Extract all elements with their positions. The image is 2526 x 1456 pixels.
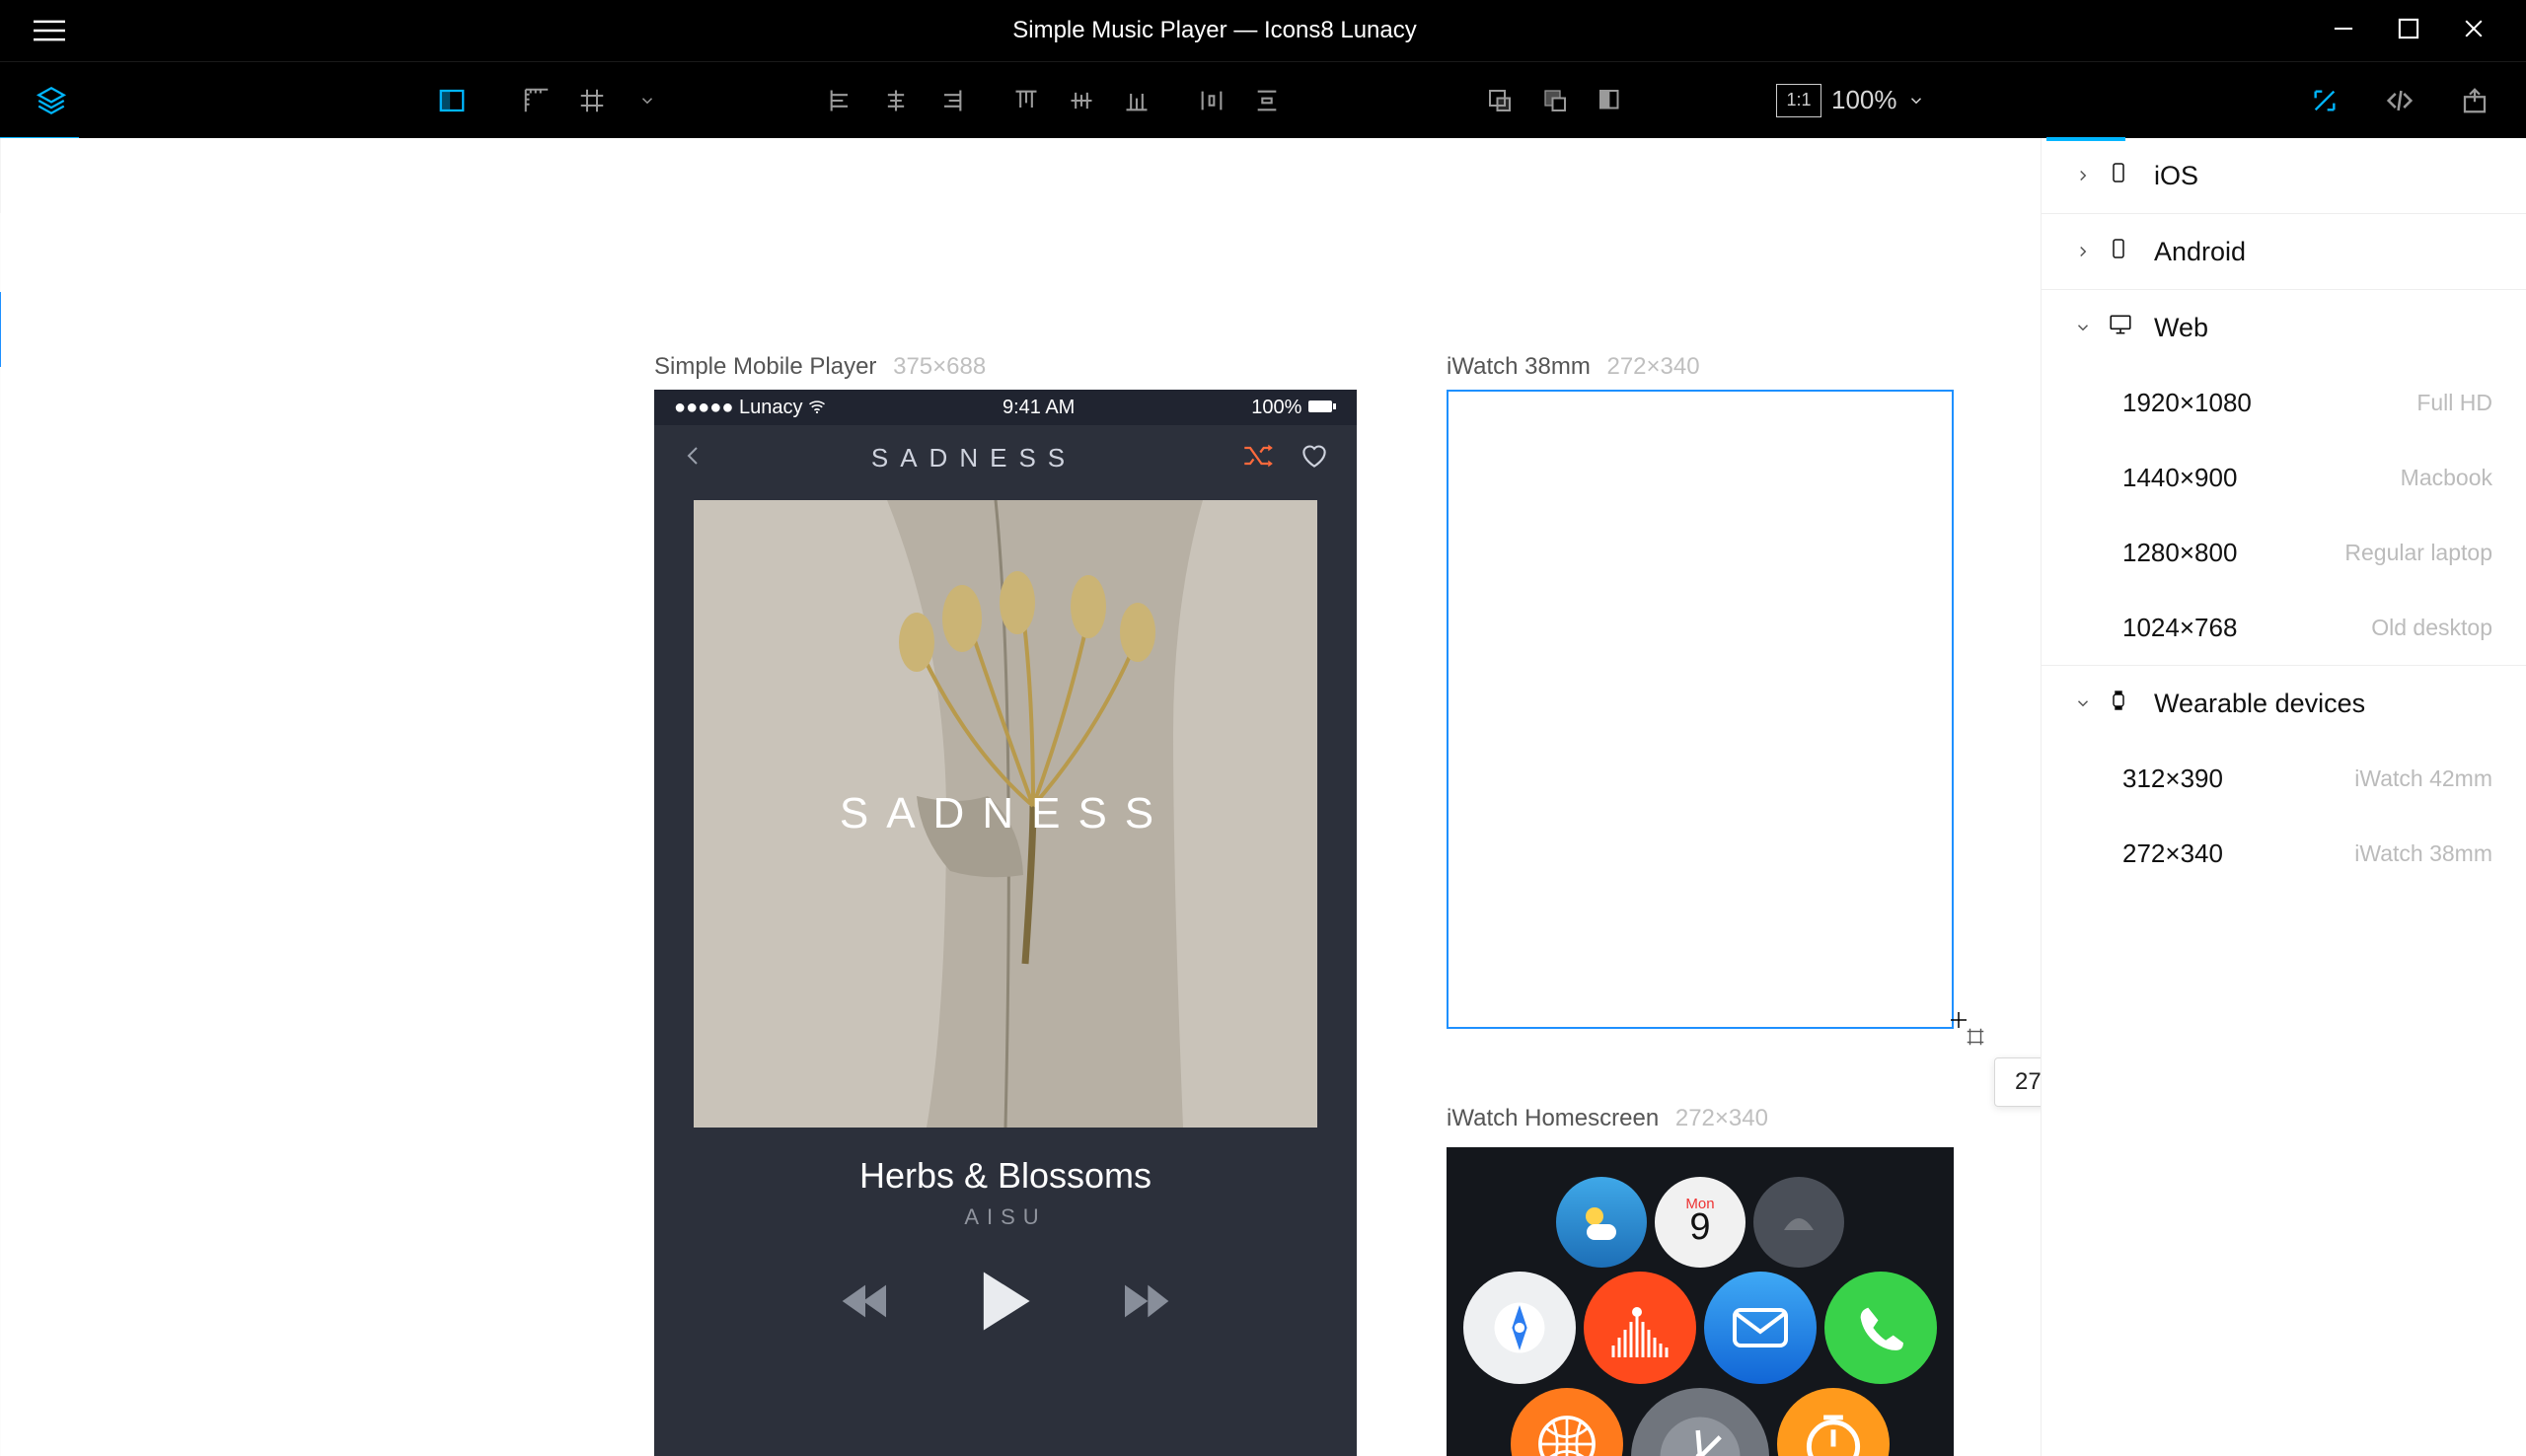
clock-app-icon [1631, 1388, 1769, 1456]
next-icon[interactable] [1122, 1280, 1169, 1327]
grid-dropdown[interactable] [620, 73, 675, 128]
battery-icon [1307, 397, 1337, 419]
artboard-label[interactable]: iWatch Homescreen 272×340 [1447, 1105, 1768, 1132]
align-bottom-button[interactable] [1109, 73, 1164, 128]
phone-artboard[interactable]: ●●●●● Lunacy 9:41 AM 100% SADNESS [654, 390, 1357, 1456]
panel-toggle[interactable] [424, 73, 480, 128]
create-size-tooltip: 272×340 [1994, 1057, 2041, 1107]
artboard-label[interactable]: Simple Mobile Player 375×688 [654, 353, 986, 381]
zoom-value: 100% [1831, 85, 1897, 115]
window-title: Simple Music Player — Icons8 Lunacy [99, 17, 2331, 44]
category-wearable[interactable]: Wearable devices [2042, 666, 2526, 741]
align-hcenter-button[interactable] [868, 73, 924, 128]
phone-app-icon [1824, 1272, 1937, 1384]
preset-item[interactable]: 1024×768Old desktop [2042, 590, 2526, 665]
watch-artboard-selected[interactable] [1447, 390, 1954, 1029]
boolean-subtract-button[interactable] [1527, 73, 1583, 128]
window-maximize[interactable] [2396, 16, 2421, 46]
album-cover: SADNESS [694, 500, 1317, 1128]
artboard-label[interactable]: iWatch 38mm 272×340 [1447, 353, 1700, 381]
wifi-icon [808, 397, 826, 419]
resize-panel-button[interactable] [2297, 73, 2352, 128]
preset-item[interactable]: 1280×800Regular laptop [2042, 515, 2526, 590]
distribute-h-button[interactable] [1184, 73, 1239, 128]
preset-item[interactable]: 1920×1080Full HD [2042, 365, 2526, 440]
window-minimize[interactable] [2331, 16, 2356, 46]
distribute-v-button[interactable] [1239, 73, 1295, 128]
player-controls [654, 1270, 1357, 1338]
chevron-right-icon [2074, 167, 2092, 184]
phone-nav-bar: SADNESS [654, 425, 1357, 490]
share-button[interactable] [2447, 73, 2502, 128]
previous-icon[interactable] [842, 1280, 889, 1327]
back-icon[interactable] [682, 444, 706, 473]
desktop-icon [2107, 312, 2134, 337]
category-ios[interactable]: iOS [2042, 138, 2526, 213]
artboard-create-cursor [1951, 1012, 1990, 1056]
song-info: Herbs & Blossoms AISU [654, 1155, 1357, 1230]
boolean-intersect-button[interactable] [1583, 73, 1638, 128]
preset-item[interactable]: 1440×900Macbook [2042, 440, 2526, 515]
category-web[interactable]: Web [2042, 290, 2526, 365]
canvas[interactable]: Simple Mobile Player 375×688 ●●●●● Lunac… [1, 138, 2041, 1456]
music-app-icon [1584, 1272, 1696, 1384]
code-export-button[interactable] [2372, 73, 2427, 128]
layers-tab[interactable] [24, 73, 79, 128]
hamburger-icon [34, 19, 65, 42]
inspector-tab-underline [2046, 137, 2125, 141]
boolean-union-button[interactable] [1472, 73, 1527, 128]
preset-item[interactable]: 272×340iWatch 38mm [2042, 816, 2526, 891]
watch-icon [2107, 687, 2130, 714]
command-bar: 1:1 100% [0, 61, 2526, 138]
phone-icon [2107, 234, 2130, 263]
maps-app-icon [1463, 1272, 1576, 1384]
align-vcenter-button[interactable] [1054, 73, 1109, 128]
artboard-presets-panel: iOS Android Web 1920×1080Full HD 1440×90… [2041, 138, 2526, 1456]
window-close[interactable] [2461, 16, 2487, 46]
cover-overlay-text: SADNESS [840, 789, 1171, 838]
align-right-button[interactable] [924, 73, 979, 128]
signal-dots-icon: ●●●●● [674, 397, 733, 419]
chevron-down-icon [2074, 319, 2092, 336]
zoom-dropdown[interactable]: 100% [1831, 85, 1925, 115]
title-bar: Simple Music Player — Icons8 Lunacy [0, 0, 2526, 61]
rulers-button[interactable] [509, 73, 564, 128]
grid-button[interactable] [564, 73, 620, 128]
phone-status-bar: ●●●●● Lunacy 9:41 AM 100% [654, 390, 1357, 425]
chevron-right-icon [2074, 243, 2092, 260]
nightstand-app-icon [1753, 1177, 1844, 1268]
chevron-down-icon [2074, 694, 2092, 712]
phone-icon [2107, 158, 2130, 187]
waveform [654, 1437, 1357, 1456]
timer-app-icon [1777, 1388, 1890, 1456]
main-area: Pages − ＋ Desktop Player Smartphone & Wa… [0, 138, 2526, 1456]
favorite-icon[interactable] [1300, 443, 1329, 473]
preset-item[interactable]: 312×390iWatch 42mm [2042, 741, 2526, 816]
calendar-app-icon: Mon9 [1655, 1177, 1746, 1268]
align-left-button[interactable] [813, 73, 868, 128]
play-icon[interactable] [978, 1270, 1033, 1338]
weather-app-icon [1556, 1177, 1647, 1268]
category-android[interactable]: Android [2042, 214, 2526, 289]
hamburger-menu[interactable] [0, 19, 99, 42]
align-top-button[interactable] [999, 73, 1054, 128]
mail-app-icon [1704, 1272, 1817, 1384]
safari-app-icon [1511, 1388, 1623, 1456]
shuffle-icon[interactable] [1242, 443, 1274, 473]
watch-home-artboard[interactable]: Mon9 [1447, 1147, 1954, 1456]
zoom-actual-button[interactable]: 1:1 [1776, 84, 1821, 117]
